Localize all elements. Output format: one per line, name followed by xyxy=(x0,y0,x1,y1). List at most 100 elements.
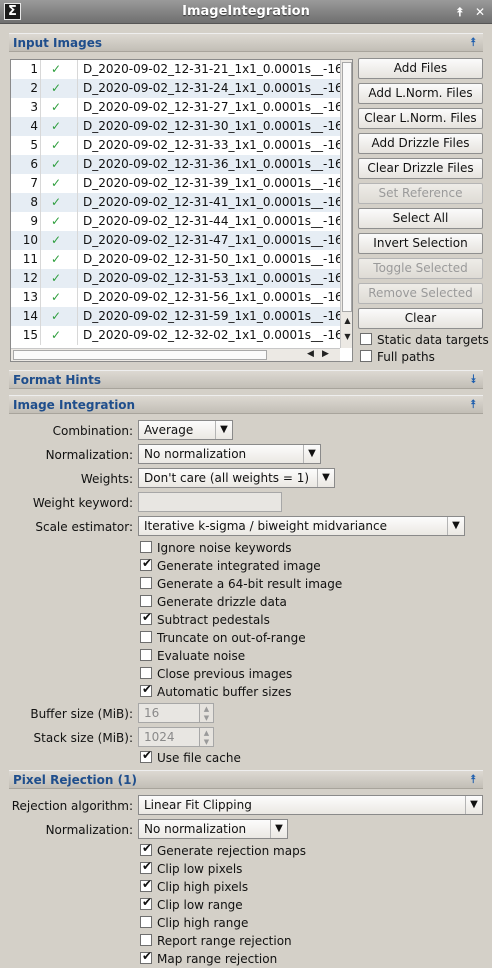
spin-down-icon[interactable]: ▼ xyxy=(200,738,213,747)
section-pixel-rejection[interactable]: Pixel Rejection (1) ⯭ xyxy=(9,770,483,789)
option-checkbox[interactable]: ✔ xyxy=(140,949,152,964)
horizontal-scrollbar[interactable]: ◀ ▶ xyxy=(11,348,340,361)
file-name: D_2020-09-02_12-31-56_1x1_0.0001s__-16 xyxy=(83,290,340,304)
table-row[interactable]: 1 ✓ D_2020-09-02_12-31-21_1x1_0.0001s__-16 xyxy=(11,60,340,79)
table-row[interactable]: 12 ✓ D_2020-09-02_12-31-53_1x1_0.0001s__-1… xyxy=(11,269,340,288)
option-checkbox[interactable] xyxy=(140,577,152,589)
spin-up-icon[interactable]: ▲ xyxy=(200,729,213,738)
section-format-hints[interactable]: Format Hints ⯯ xyxy=(9,370,483,389)
vertical-scrollbar[interactable]: ▲ ▼ xyxy=(340,60,352,348)
option-checkbox[interactable] xyxy=(140,916,152,928)
toggle-selected-button[interactable]: Toggle Selected xyxy=(358,258,483,279)
option-checkbox[interactable]: ✔ xyxy=(140,895,153,910)
table-row[interactable]: 6 ✓ D_2020-09-02_12-31-36_1x1_0.0001s__-16 xyxy=(11,155,340,174)
full-paths-checkbox[interactable] xyxy=(360,350,372,362)
enabled-check-icon[interactable]: ✓ xyxy=(45,193,67,212)
buffer-size-input[interactable]: 16 xyxy=(138,703,200,723)
enabled-check-icon[interactable]: ✓ xyxy=(45,79,67,98)
weights-select[interactable]: Don't care (all weights = 1) ▼ xyxy=(138,468,335,488)
scroll-down-icon[interactable]: ▼ xyxy=(341,332,352,341)
table-row[interactable]: 14 ✓ D_2020-09-02_12-31-59_1x1_0.0001s__-1… xyxy=(11,307,340,326)
collapse-icon[interactable]: ⯭ xyxy=(470,397,477,411)
collapse-icon[interactable]: ⯭ xyxy=(470,35,477,49)
table-row[interactable]: 13 ✓ D_2020-09-02_12-31-56_1x1_0.0001s__-1… xyxy=(11,288,340,307)
enabled-check-icon[interactable]: ✓ xyxy=(45,155,67,174)
option-checkbox[interactable]: ✔ xyxy=(140,610,152,625)
enabled-check-icon[interactable]: ✓ xyxy=(45,326,67,345)
set-reference-button[interactable]: Set Reference xyxy=(358,183,483,204)
option-checkbox[interactable]: ✔ xyxy=(140,877,152,892)
select-all-button[interactable]: Select All xyxy=(358,208,483,229)
option-checkbox[interactable]: ✔ xyxy=(140,556,152,571)
enabled-check-icon[interactable]: ✓ xyxy=(45,231,67,250)
row-number: 2 xyxy=(11,79,41,98)
option-checkbox[interactable]: ✔ xyxy=(140,841,152,856)
scroll-up-icon[interactable]: ▲ xyxy=(341,316,352,325)
enabled-check-icon[interactable]: ✓ xyxy=(45,307,67,326)
option-checkbox[interactable] xyxy=(140,595,152,607)
section-image-integration[interactable]: Image Integration ⯭ xyxy=(9,395,483,414)
table-row[interactable]: 7 ✓ D_2020-09-02_12-31-39_1x1_0.0001s__-16 xyxy=(11,174,340,193)
buffer-size-spinner[interactable]: ▲ ▼ xyxy=(200,703,214,723)
invert-selection-button[interactable]: Invert Selection xyxy=(358,233,483,254)
enabled-check-icon[interactable]: ✓ xyxy=(45,250,67,269)
enabled-check-icon[interactable]: ✓ xyxy=(45,60,67,79)
combination-select[interactable]: Average ▼ xyxy=(138,420,233,440)
expand-icon[interactable]: ⯯ xyxy=(470,372,477,386)
add-lnorm-files-button[interactable]: Add L.Norm. Files xyxy=(358,83,483,104)
spin-up-icon[interactable]: ▲ xyxy=(200,705,213,714)
weight-keyword-input[interactable] xyxy=(138,492,282,512)
table-row[interactable]: 4 ✓ D_2020-09-02_12-31-30_1x1_0.0001s__-16 xyxy=(11,117,340,136)
table-row[interactable]: 5 ✓ D_2020-09-02_12-31-33_1x1_0.0001s__-16 xyxy=(11,136,340,155)
table-row[interactable]: 11 ✓ D_2020-09-02_12-31-50_1x1_0.0001s__-1… xyxy=(11,250,340,269)
option-checkbox[interactable]: ✔ xyxy=(140,859,152,874)
stack-size-input[interactable]: 1024 xyxy=(138,727,200,747)
enabled-check-icon[interactable]: ✓ xyxy=(45,136,67,155)
option-checkbox[interactable] xyxy=(140,667,152,679)
clear-drizzle-files-button[interactable]: Clear Drizzle Files xyxy=(358,158,483,179)
file-name: D_2020-09-02_12-31-44_1x1_0.0001s__-16 xyxy=(83,214,340,228)
scroll-left-icon[interactable]: ◀ xyxy=(307,349,314,359)
close-icon[interactable]: ✕ xyxy=(472,4,488,20)
table-row[interactable]: 9 ✓ D_2020-09-02_12-31-44_1x1_0.0001s__-16 xyxy=(11,212,340,231)
remove-selected-button[interactable]: Remove Selected xyxy=(358,283,483,304)
enabled-check-icon[interactable]: ✓ xyxy=(45,212,67,231)
enabled-check-icon[interactable]: ✓ xyxy=(45,174,67,193)
stack-size-spinner[interactable]: ▲ ▼ xyxy=(200,727,214,747)
table-row[interactable]: 8 ✓ D_2020-09-02_12-31-41_1x1_0.0001s__-16 xyxy=(11,193,340,212)
section-input-images[interactable]: Input Images ⯭ xyxy=(9,33,483,52)
rejection-algorithm-select[interactable]: Linear Fit Clipping ▼ xyxy=(138,795,483,815)
normalization-select[interactable]: No normalization ▼ xyxy=(138,444,321,464)
add-files-button[interactable]: Add Files xyxy=(358,58,483,79)
scroll-right-icon[interactable]: ▶ xyxy=(322,349,329,359)
option-checkbox[interactable] xyxy=(140,541,152,553)
input-file-list[interactable]: 15 ✓ D_2020-09-02_12-32-02_1x1_0.0001s__-1… xyxy=(10,59,353,362)
clear-button[interactable]: Clear xyxy=(358,308,483,329)
spin-down-icon[interactable]: ▼ xyxy=(200,714,213,723)
scrollbar-thumb[interactable] xyxy=(13,350,267,360)
enabled-check-icon[interactable]: ✓ xyxy=(45,269,67,288)
option-checkbox[interactable] xyxy=(140,934,152,946)
option-checkbox[interactable] xyxy=(140,649,152,661)
option-label: Automatic buffer sizes xyxy=(157,685,292,699)
enabled-check-icon[interactable]: ✓ xyxy=(45,117,67,136)
option-checkbox[interactable]: ✔ xyxy=(140,682,152,697)
add-drizzle-files-button[interactable]: Add Drizzle Files xyxy=(358,133,483,154)
scale-estimator-select[interactable]: Iterative k-sigma / biweight midvariance… xyxy=(138,516,465,536)
check-icon: ✔ xyxy=(141,895,153,909)
use-file-cache-checkbox[interactable]: ✔ xyxy=(140,748,152,763)
option-checkbox[interactable] xyxy=(140,631,152,643)
static-targets-checkbox[interactable] xyxy=(360,333,372,345)
rejection-normalization-select[interactable]: No normalization ▼ xyxy=(138,819,288,839)
clear-lnorm-files-button[interactable]: Clear L.Norm. Files xyxy=(358,108,483,129)
shade-icon[interactable]: ⯭ xyxy=(452,4,468,20)
file-name: D_2020-09-02_12-31-36_1x1_0.0001s__-16 xyxy=(83,157,340,171)
table-row[interactable]: 3 ✓ D_2020-09-02_12-31-27_1x1_0.0001s__-16 xyxy=(11,98,340,117)
table-row[interactable]: 2 ✓ D_2020-09-02_12-31-24_1x1_0.0001s__-16 xyxy=(11,79,340,98)
table-row[interactable]: 10 ✓ D_2020-09-02_12-31-47_1x1_0.0001s__-1… xyxy=(11,231,340,250)
enabled-check-icon[interactable]: ✓ xyxy=(45,98,67,117)
table-row[interactable]: 15 ✓ D_2020-09-02_12-32-02_1x1_0.0001s__-1… xyxy=(11,326,340,345)
enabled-check-icon[interactable]: ✓ xyxy=(45,288,67,307)
scrollbar-thumb[interactable] xyxy=(342,62,352,312)
collapse-icon[interactable]: ⯭ xyxy=(470,772,477,786)
